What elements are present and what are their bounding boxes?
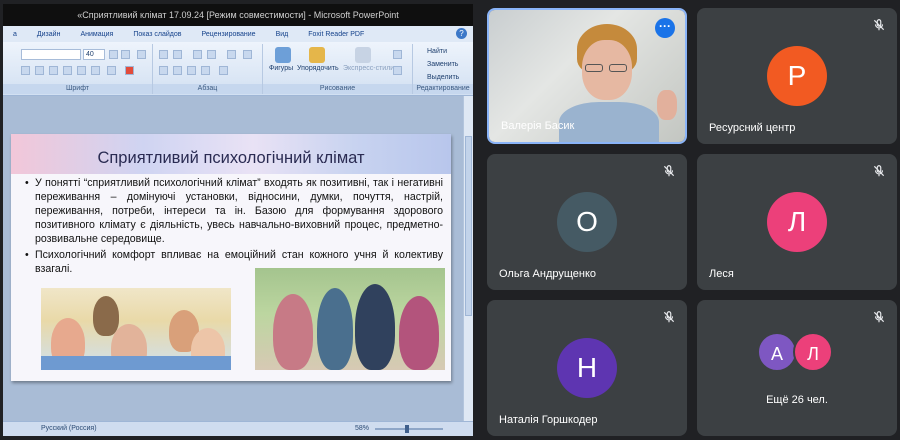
- drawing-group-label: Рисование: [263, 84, 412, 94]
- more-participants-label: Ещё 26 чел.: [766, 394, 828, 406]
- bullet-text: У понятті “сприятливий психологічний клі…: [35, 177, 443, 245]
- tab-home[interactable]: а: [3, 31, 27, 38]
- tab-design[interactable]: Дизайн: [27, 31, 71, 38]
- shadow-button[interactable]: [77, 66, 86, 75]
- mic-off-icon: [873, 19, 885, 31]
- avatar: Р: [767, 46, 827, 106]
- bold-button[interactable]: [21, 66, 30, 75]
- case-button[interactable]: [107, 66, 116, 75]
- participant-tile-speaker[interactable]: ··· Валерія Басик: [487, 8, 687, 144]
- tab-slideshow[interactable]: Показ слайдов: [123, 31, 191, 38]
- strike-button[interactable]: [63, 66, 72, 75]
- tab-review[interactable]: Рецензирование: [192, 31, 266, 38]
- mic-off-icon: [663, 311, 675, 323]
- shapes-label: Фигуры: [269, 65, 294, 72]
- shape-fill-button[interactable]: [393, 50, 402, 59]
- slide: Сприятливий психологічний клімат • У пон…: [11, 134, 451, 381]
- language-indicator: Русский (Россия): [41, 425, 97, 432]
- mic-off-icon: [873, 311, 885, 323]
- drawing-group: Фигуры Упорядочить Экспресс-стили Рисова…: [263, 44, 413, 94]
- bullet-icon: •: [25, 249, 29, 261]
- font-group-label: Шрифт: [3, 84, 152, 94]
- spacing-button[interactable]: [91, 66, 100, 75]
- more-options-icon[interactable]: ···: [655, 18, 675, 38]
- quick-styles-icon[interactable]: [355, 47, 371, 63]
- tab-animation[interactable]: Анимация: [70, 31, 123, 38]
- window-title: «Сприятливий клімат 17.09.24 [Режим совм…: [3, 4, 473, 26]
- avatar: А: [757, 332, 797, 372]
- tab-foxit[interactable]: Foxit Reader PDF: [298, 31, 374, 38]
- paragraph-group-label: Абзац: [153, 84, 262, 94]
- font-size-value: 40: [86, 51, 94, 58]
- children-classroom-photo: [41, 288, 231, 370]
- select-button[interactable]: Выделить: [427, 74, 459, 81]
- underline-button[interactable]: [49, 66, 58, 75]
- quick-styles-label: Экспресс-стили: [343, 65, 395, 72]
- help-icon[interactable]: ?: [456, 28, 467, 39]
- justify-button[interactable]: [201, 66, 210, 75]
- font-color-button[interactable]: [125, 66, 134, 75]
- participant-tile[interactable]: Р Ресурсний центр: [697, 8, 897, 144]
- participant-tile[interactable]: О Ольга Андрущенко: [487, 154, 687, 290]
- shared-screen: «Сприятливий клімат 17.09.24 [Режим совм…: [0, 0, 476, 440]
- clear-format-button[interactable]: [137, 50, 146, 59]
- participant-name: Ресурсний центр: [709, 122, 796, 134]
- bullets-button[interactable]: [159, 50, 168, 59]
- arrange-icon[interactable]: [309, 47, 325, 63]
- mic-off-icon: [663, 165, 675, 177]
- grow-font-button[interactable]: [109, 50, 118, 59]
- editing-group-label: Редактирование: [413, 84, 473, 94]
- shape-outline-button[interactable]: [393, 66, 402, 75]
- font-group: 40 Шрифт: [3, 44, 153, 94]
- participant-name: Леся: [709, 268, 734, 280]
- participant-name: Наталія Горшкодер: [499, 414, 598, 426]
- zoom-slider[interactable]: [375, 425, 443, 433]
- participant-name: Валерія Басик: [501, 120, 575, 132]
- avatar: Л: [767, 192, 827, 252]
- align-left-button[interactable]: [159, 66, 168, 75]
- mic-off-icon: [873, 165, 885, 177]
- participant-tile[interactable]: Л Леся: [697, 154, 897, 290]
- paragraph-group: Абзац: [153, 44, 263, 94]
- align-right-button[interactable]: [187, 66, 196, 75]
- participant-tile[interactable]: Н Наталія Горшкодер: [487, 300, 687, 436]
- font-size-box[interactable]: 40: [83, 49, 105, 60]
- increase-indent-button[interactable]: [207, 50, 216, 59]
- decrease-indent-button[interactable]: [193, 50, 202, 59]
- slide-title: Сприятливий психологічний клімат: [97, 149, 365, 167]
- align-center-button[interactable]: [173, 66, 182, 75]
- vertical-scrollbar[interactable]: [463, 96, 473, 421]
- line-spacing-button[interactable]: [227, 50, 236, 59]
- zoom-level: 58%: [355, 425, 370, 432]
- text-direction-button[interactable]: [243, 50, 252, 59]
- schoolchildren-backpacks-photo: [255, 268, 445, 370]
- numbering-button[interactable]: [173, 50, 182, 59]
- ribbon-tabs: а Дизайн Анимация Показ слайдов Рецензир…: [3, 26, 473, 42]
- participant-name: Ольга Андрущенко: [499, 268, 597, 280]
- powerpoint-window: «Сприятливий клімат 17.09.24 [Режим совм…: [3, 4, 473, 436]
- slide-body: • У понятті “сприятливий психологічний к…: [25, 176, 443, 278]
- replace-button[interactable]: Заменить: [427, 61, 458, 68]
- others-tile[interactable]: А Л Ещё 26 чел.: [697, 300, 897, 436]
- avatar: Н: [557, 338, 617, 398]
- shapes-icon[interactable]: [275, 47, 291, 63]
- tab-view[interactable]: Вид: [266, 31, 299, 38]
- arrange-label: Упорядочить: [297, 65, 339, 72]
- font-name-box[interactable]: [21, 49, 81, 60]
- columns-button[interactable]: [219, 66, 228, 75]
- slide-workspace: Сприятливий психологічний клімат • У пон…: [3, 96, 473, 421]
- bullet-icon: •: [25, 177, 29, 189]
- bullet-item: • У понятті “сприятливий психологічний к…: [25, 176, 443, 246]
- editing-group: Найти Заменить Выделить Редактирование: [413, 44, 473, 94]
- status-bar: Русский (Россия) 58%: [3, 421, 473, 436]
- avatar: Л: [793, 332, 833, 372]
- avatar: О: [557, 192, 617, 252]
- find-button[interactable]: Найти: [427, 48, 447, 55]
- ribbon: 40 Шрифт Абзац Фигуры Упорядочить Экспре…: [3, 42, 473, 96]
- italic-button[interactable]: [35, 66, 44, 75]
- shrink-font-button[interactable]: [121, 50, 130, 59]
